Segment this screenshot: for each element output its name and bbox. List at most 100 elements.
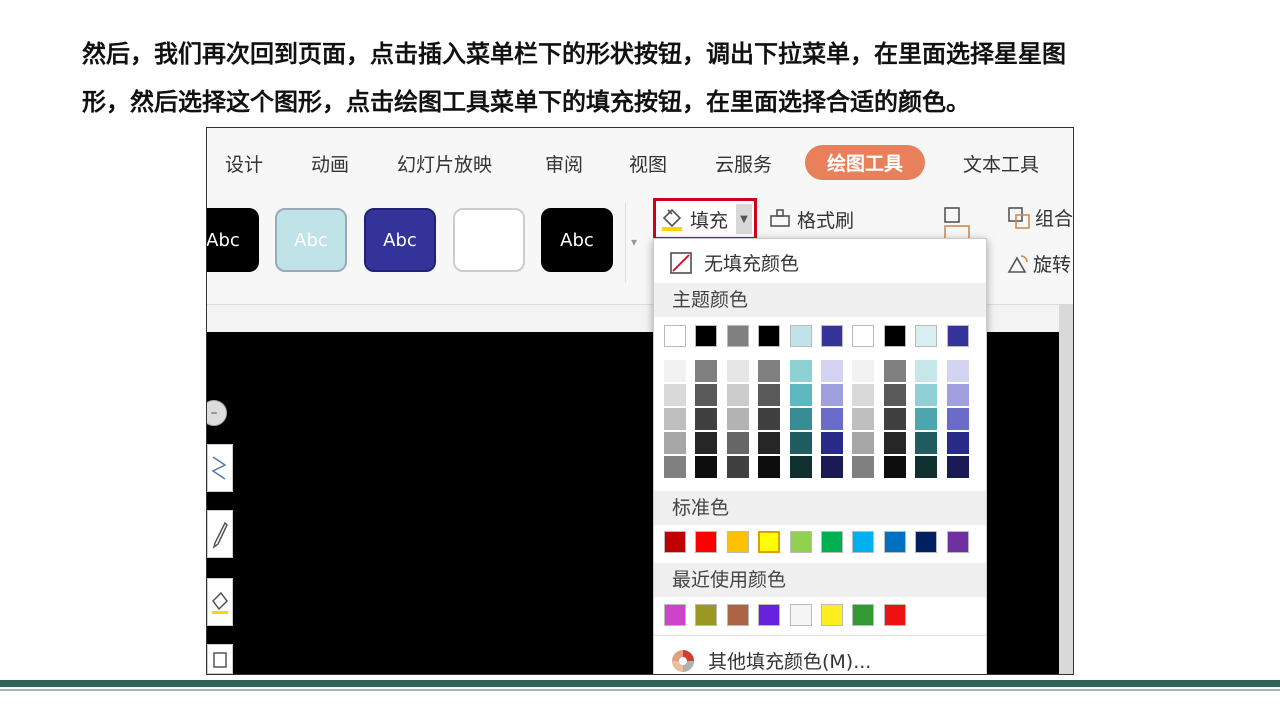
theme-shade-swatch[interactable] [664,456,686,478]
shape-panel-item[interactable] [207,444,233,492]
theme-shade-swatch[interactable] [695,456,718,478]
theme-shade-swatch[interactable] [664,408,686,430]
theme-color-swatch[interactable] [883,325,906,347]
shape-panel-item[interactable] [207,510,233,558]
recent-color-swatch[interactable] [820,604,843,626]
fill-button[interactable]: 填充 ▼ [653,198,757,240]
standard-color-swatch[interactable] [695,531,718,553]
theme-shade-swatch[interactable] [883,408,906,430]
theme-shade-swatch[interactable] [789,432,812,454]
theme-shade-swatch[interactable] [852,408,875,430]
gallery-more-button[interactable]: ▾ [625,202,642,282]
shape-style-4[interactable] [453,208,525,272]
theme-shade-swatch[interactable] [789,384,812,406]
standard-color-swatch[interactable] [758,531,781,553]
recent-color-swatch[interactable] [758,604,781,626]
theme-shade-swatch[interactable] [883,456,906,478]
theme-shade-swatch[interactable] [852,384,875,406]
tab-view[interactable]: 视图 [629,150,667,177]
theme-color-swatch[interactable] [946,325,969,347]
theme-shade-swatch[interactable] [726,360,749,382]
theme-shade-swatch[interactable] [915,360,938,382]
standard-color-swatch[interactable] [789,531,812,553]
theme-shade-swatch[interactable] [820,432,843,454]
recent-color-swatch[interactable] [789,604,812,626]
theme-shade-swatch[interactable] [946,384,969,406]
theme-shade-swatch[interactable] [915,432,938,454]
theme-shade-swatch[interactable] [915,408,938,430]
theme-color-swatch[interactable] [758,325,781,347]
theme-shade-swatch[interactable] [758,360,781,382]
tab-cloud-service[interactable]: 云服务 [715,150,772,177]
shape-panel-item[interactable] [207,578,233,626]
theme-shade-swatch[interactable] [789,360,812,382]
theme-shade-swatch[interactable] [820,456,843,478]
theme-shade-swatch[interactable] [852,456,875,478]
standard-color-swatch[interactable] [946,531,969,553]
tab-slideshow[interactable]: 幻灯片放映 [397,150,492,177]
theme-shade-swatch[interactable] [695,384,718,406]
theme-shade-swatch[interactable] [820,408,843,430]
theme-color-swatch[interactable] [820,325,843,347]
shape-style-3[interactable]: Abc [364,208,436,272]
theme-color-swatch[interactable] [852,325,875,347]
theme-shade-swatch[interactable] [789,408,812,430]
theme-shade-swatch[interactable] [726,432,749,454]
theme-shade-swatch[interactable] [946,432,969,454]
theme-shade-swatch[interactable] [695,408,718,430]
theme-shade-swatch[interactable] [758,432,781,454]
shape-style-5[interactable]: Abc [541,208,613,272]
standard-color-swatch[interactable] [915,531,938,553]
theme-shade-swatch[interactable] [852,360,875,382]
recent-color-swatch[interactable] [883,604,906,626]
chevron-down-icon[interactable]: ▼ [736,204,753,234]
standard-color-swatch[interactable] [852,531,875,553]
theme-shade-swatch[interactable] [758,384,781,406]
standard-color-swatch[interactable] [664,531,686,553]
theme-color-swatch[interactable] [664,325,686,347]
theme-shade-swatch[interactable] [664,384,686,406]
standard-color-swatch[interactable] [820,531,843,553]
theme-shade-swatch[interactable] [726,408,749,430]
no-fill-option[interactable]: 无填充颜色 [670,249,799,276]
align-icon[interactable] [943,206,975,242]
recent-color-swatch[interactable] [695,604,718,626]
theme-shade-swatch[interactable] [946,408,969,430]
theme-shade-swatch[interactable] [946,360,969,382]
standard-color-swatch[interactable] [726,531,749,553]
theme-shade-swatch[interactable] [946,456,969,478]
tab-text-tools[interactable]: 文本工具 [963,150,1039,177]
theme-shade-swatch[interactable] [820,360,843,382]
tab-review[interactable]: 审阅 [545,150,583,177]
shape-panel-item[interactable] [207,644,233,674]
tab-animation[interactable]: 动画 [311,150,349,177]
format-painter-button[interactable]: 格式刷 [769,206,854,233]
standard-color-swatch[interactable] [883,531,906,553]
theme-shade-swatch[interactable] [726,384,749,406]
theme-shade-swatch[interactable] [726,456,749,478]
theme-shade-swatch[interactable] [758,456,781,478]
more-fill-colors-option[interactable]: 其他填充颜色(M)... [670,647,871,674]
recent-color-swatch[interactable] [664,604,686,626]
recent-color-swatch[interactable] [726,604,749,626]
shape-style-1[interactable]: Abc [207,208,259,272]
theme-color-swatch[interactable] [915,325,938,347]
tab-drawing-tools[interactable]: 绘图工具 [805,145,926,180]
theme-shade-swatch[interactable] [915,384,938,406]
theme-shade-swatch[interactable] [789,456,812,478]
theme-shade-swatch[interactable] [695,360,718,382]
theme-shade-swatch[interactable] [883,360,906,382]
theme-shade-swatch[interactable] [664,360,686,382]
theme-shade-swatch[interactable] [852,432,875,454]
theme-shade-swatch[interactable] [695,432,718,454]
shape-style-2[interactable]: Abc [275,208,347,272]
theme-shade-swatch[interactable] [820,384,843,406]
theme-shade-swatch[interactable] [883,432,906,454]
rotate-button[interactable]: 旋转 [1005,250,1071,277]
tab-design[interactable]: 设计 [225,150,263,177]
theme-color-swatch[interactable] [726,325,749,347]
theme-shade-swatch[interactable] [664,432,686,454]
theme-shade-swatch[interactable] [915,456,938,478]
theme-color-swatch[interactable] [789,325,812,347]
group-button[interactable]: 组合 [1007,204,1073,231]
